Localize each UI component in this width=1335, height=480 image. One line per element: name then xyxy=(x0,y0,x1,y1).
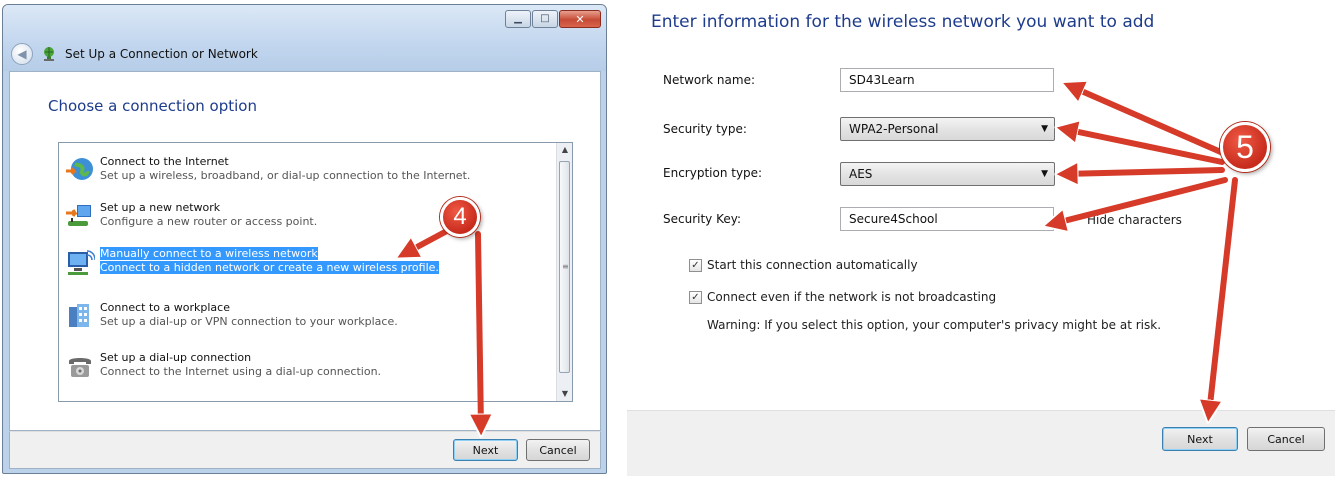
cancel-button[interactable]: Cancel xyxy=(526,439,590,461)
option-text: Manually connect to a wireless network C… xyxy=(100,247,439,275)
option-text: Connect to a workplace Set up a dial-up … xyxy=(100,301,398,329)
step-5-callout: 5 xyxy=(1220,122,1270,172)
telephone-icon xyxy=(69,358,91,377)
option-new-network[interactable]: Set up a new network Configure a new rou… xyxy=(65,201,317,231)
back-arrow-icon[interactable]: ◀ xyxy=(11,43,33,65)
scrollbar-thumb[interactable]: ≡ xyxy=(559,161,570,373)
option-dialup[interactable]: Set up a dial-up connection Connect to t… xyxy=(65,351,381,381)
globe-network-icon xyxy=(66,158,93,180)
page-heading: Enter information for the wireless netwo… xyxy=(651,12,1155,32)
vertical-scrollbar[interactable]: ▲ ≡ ▼ xyxy=(556,143,572,401)
button-footer: Next Cancel xyxy=(9,431,601,469)
option-title: Connect to a workplace xyxy=(100,301,230,314)
grip-icon: ≡ xyxy=(562,262,569,271)
next-button[interactable]: Next xyxy=(1162,427,1238,451)
encryption-type-label: Encryption type: xyxy=(663,166,763,180)
start-auto-checkbox[interactable]: ✓ xyxy=(689,258,702,272)
minimize-button[interactable]: ▁ xyxy=(505,10,531,28)
connect-not-broadcasting-checkbox-row[interactable]: ✓ Connect even if the network is not bro… xyxy=(689,290,996,304)
option-connect-internet[interactable]: Connect to the Internet Set up a wireles… xyxy=(65,155,470,185)
cancel-button[interactable]: Cancel xyxy=(1247,427,1325,451)
scroll-up-arrow-icon[interactable]: ▲ xyxy=(557,143,573,157)
setup-connection-window: ▁ □ ✕ ◀ Set Up a Connection or Network C… xyxy=(2,4,607,474)
option-title: Connect to the Internet xyxy=(100,155,229,168)
security-type-value: WPA2-Personal xyxy=(849,122,939,136)
option-title: Set up a new network xyxy=(100,201,221,214)
scroll-down-arrow-icon[interactable]: ▼ xyxy=(557,387,573,401)
window-title-bar: ▁ □ ✕ ◀ Set Up a Connection or Network xyxy=(3,5,606,71)
option-description: Configure a new router or access point. xyxy=(100,215,318,228)
network-name-input[interactable]: SD43Learn xyxy=(840,68,1054,92)
option-description: Connect to the Internet using a dial-up … xyxy=(100,365,382,378)
option-description: Set up a wireless, broadband, or dial-up… xyxy=(100,169,471,182)
option-manual-wireless[interactable]: Manually connect to a wireless network C… xyxy=(65,247,439,277)
wireless-computer-icon xyxy=(68,250,95,275)
wireless-network-form: Enter information for the wireless netwo… xyxy=(627,0,1335,480)
page-heading: Choose a connection option xyxy=(48,97,257,115)
window-caption-buttons: ▁ □ ✕ xyxy=(505,10,601,28)
option-description: Set up a dial-up or VPN connection to yo… xyxy=(100,315,398,328)
dropdown-arrow-icon: ▼ xyxy=(1041,169,1048,179)
option-text: Set up a new network Configure a new rou… xyxy=(100,201,317,229)
option-workplace[interactable]: Connect to a workplace Set up a dial-up … xyxy=(65,301,398,331)
start-auto-label: Start this connection automatically xyxy=(707,258,918,272)
hide-characters-checkbox-row[interactable]: Hide characters xyxy=(1087,213,1182,227)
security-key-input[interactable]: Secure4School xyxy=(840,207,1054,231)
option-title: Set up a dial-up connection xyxy=(100,351,252,364)
content-area: Choose a connection option Connect to th… xyxy=(9,71,601,431)
start-auto-checkbox-row[interactable]: ✓ Start this connection automatically xyxy=(689,258,918,272)
encryption-type-value: AES xyxy=(849,167,873,181)
window-title: Set Up a Connection or Network xyxy=(65,47,258,61)
step-4-callout: 4 xyxy=(440,197,480,237)
next-button[interactable]: Next xyxy=(453,439,518,461)
option-description: Connect to a hidden network or create a … xyxy=(100,261,439,274)
navigation-row: ◀ Set Up a Connection or Network xyxy=(11,43,258,65)
security-type-dropdown[interactable]: WPA2-Personal ▼ xyxy=(840,117,1055,141)
workplace-building-icon xyxy=(69,304,89,327)
router-icon xyxy=(66,205,91,226)
option-title: Manually connect to a wireless network xyxy=(100,247,318,260)
hide-characters-label: Hide characters xyxy=(1087,213,1182,227)
connect-not-broadcasting-label: Connect even if the network is not broad… xyxy=(707,290,997,304)
option-text: Connect to the Internet Set up a wireles… xyxy=(100,155,470,183)
security-key-label: Security Key: xyxy=(663,212,742,226)
privacy-warning-text: Warning: If you select this option, your… xyxy=(707,318,1162,332)
dropdown-arrow-icon: ▼ xyxy=(1041,124,1048,134)
connect-not-broadcasting-checkbox[interactable]: ✓ xyxy=(689,290,702,304)
security-type-label: Security type: xyxy=(663,122,747,136)
network-setup-icon xyxy=(44,47,54,61)
maximize-button[interactable]: □ xyxy=(532,10,558,28)
option-text: Set up a dial-up connection Connect to t… xyxy=(100,351,381,379)
network-name-label: Network name: xyxy=(663,73,755,87)
connection-option-list: Connect to the Internet Set up a wireles… xyxy=(58,142,573,402)
close-button[interactable]: ✕ xyxy=(559,10,601,28)
button-footer: Next Cancel xyxy=(627,410,1335,476)
encryption-type-dropdown[interactable]: AES ▼ xyxy=(840,162,1055,186)
